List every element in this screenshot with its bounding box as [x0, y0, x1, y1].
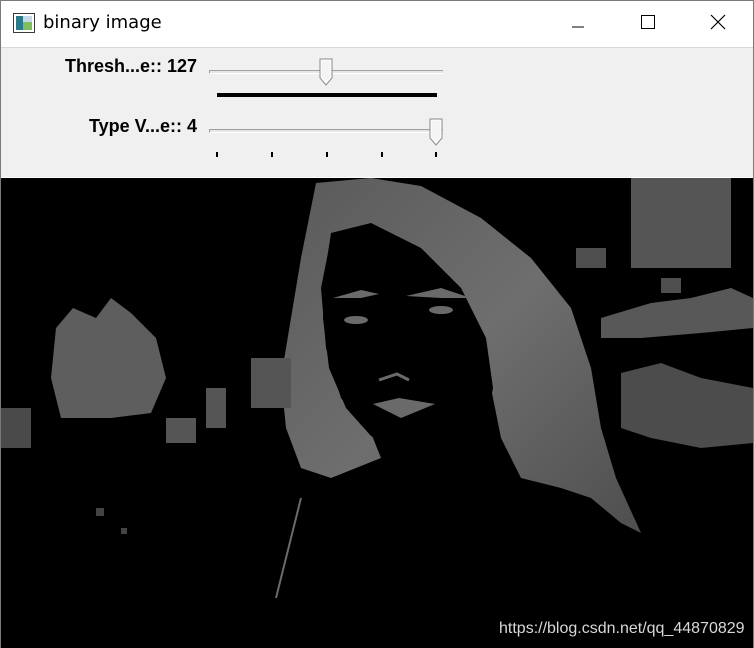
threshold-selection-bar	[217, 93, 437, 97]
threshold-trackbar-thumb[interactable]	[319, 58, 333, 86]
threshold-trackbar-label: Thresh...e:: 127	[64, 56, 197, 76]
type-trackbar-tick	[216, 152, 218, 157]
type-trackbar-tick	[435, 152, 437, 157]
minimize-button[interactable]	[543, 1, 613, 47]
type-trackbar-label: Type V...e:: 4	[88, 116, 197, 136]
watermark-text: https://blog.csdn.net/qq_44870829	[499, 620, 745, 637]
thresholded-portrait-image	[1, 178, 753, 599]
title-bar[interactable]: binary image	[1, 1, 753, 47]
opencv-window-icon	[13, 13, 35, 33]
type-trackbar-tick	[326, 152, 328, 157]
minimize-icon	[572, 15, 584, 33]
maximize-icon	[641, 14, 655, 34]
type-trackbar-tick	[381, 152, 383, 157]
app-window: binary image Thresh...e:: 127 Type V...e…	[0, 0, 754, 648]
trackbar-panel: Thresh...e:: 127 Type V...e:: 4	[1, 47, 753, 177]
type-trackbar-tick	[271, 152, 273, 157]
type-trackbar-thumb[interactable]	[429, 118, 443, 146]
close-icon	[710, 14, 726, 35]
binary-image-view: https://blog.csdn.net/qq_44870829	[1, 178, 753, 648]
type-trackbar[interactable]	[209, 129, 443, 133]
close-button[interactable]	[683, 1, 753, 47]
window-title: binary image	[43, 12, 162, 33]
maximize-button[interactable]	[613, 1, 683, 47]
